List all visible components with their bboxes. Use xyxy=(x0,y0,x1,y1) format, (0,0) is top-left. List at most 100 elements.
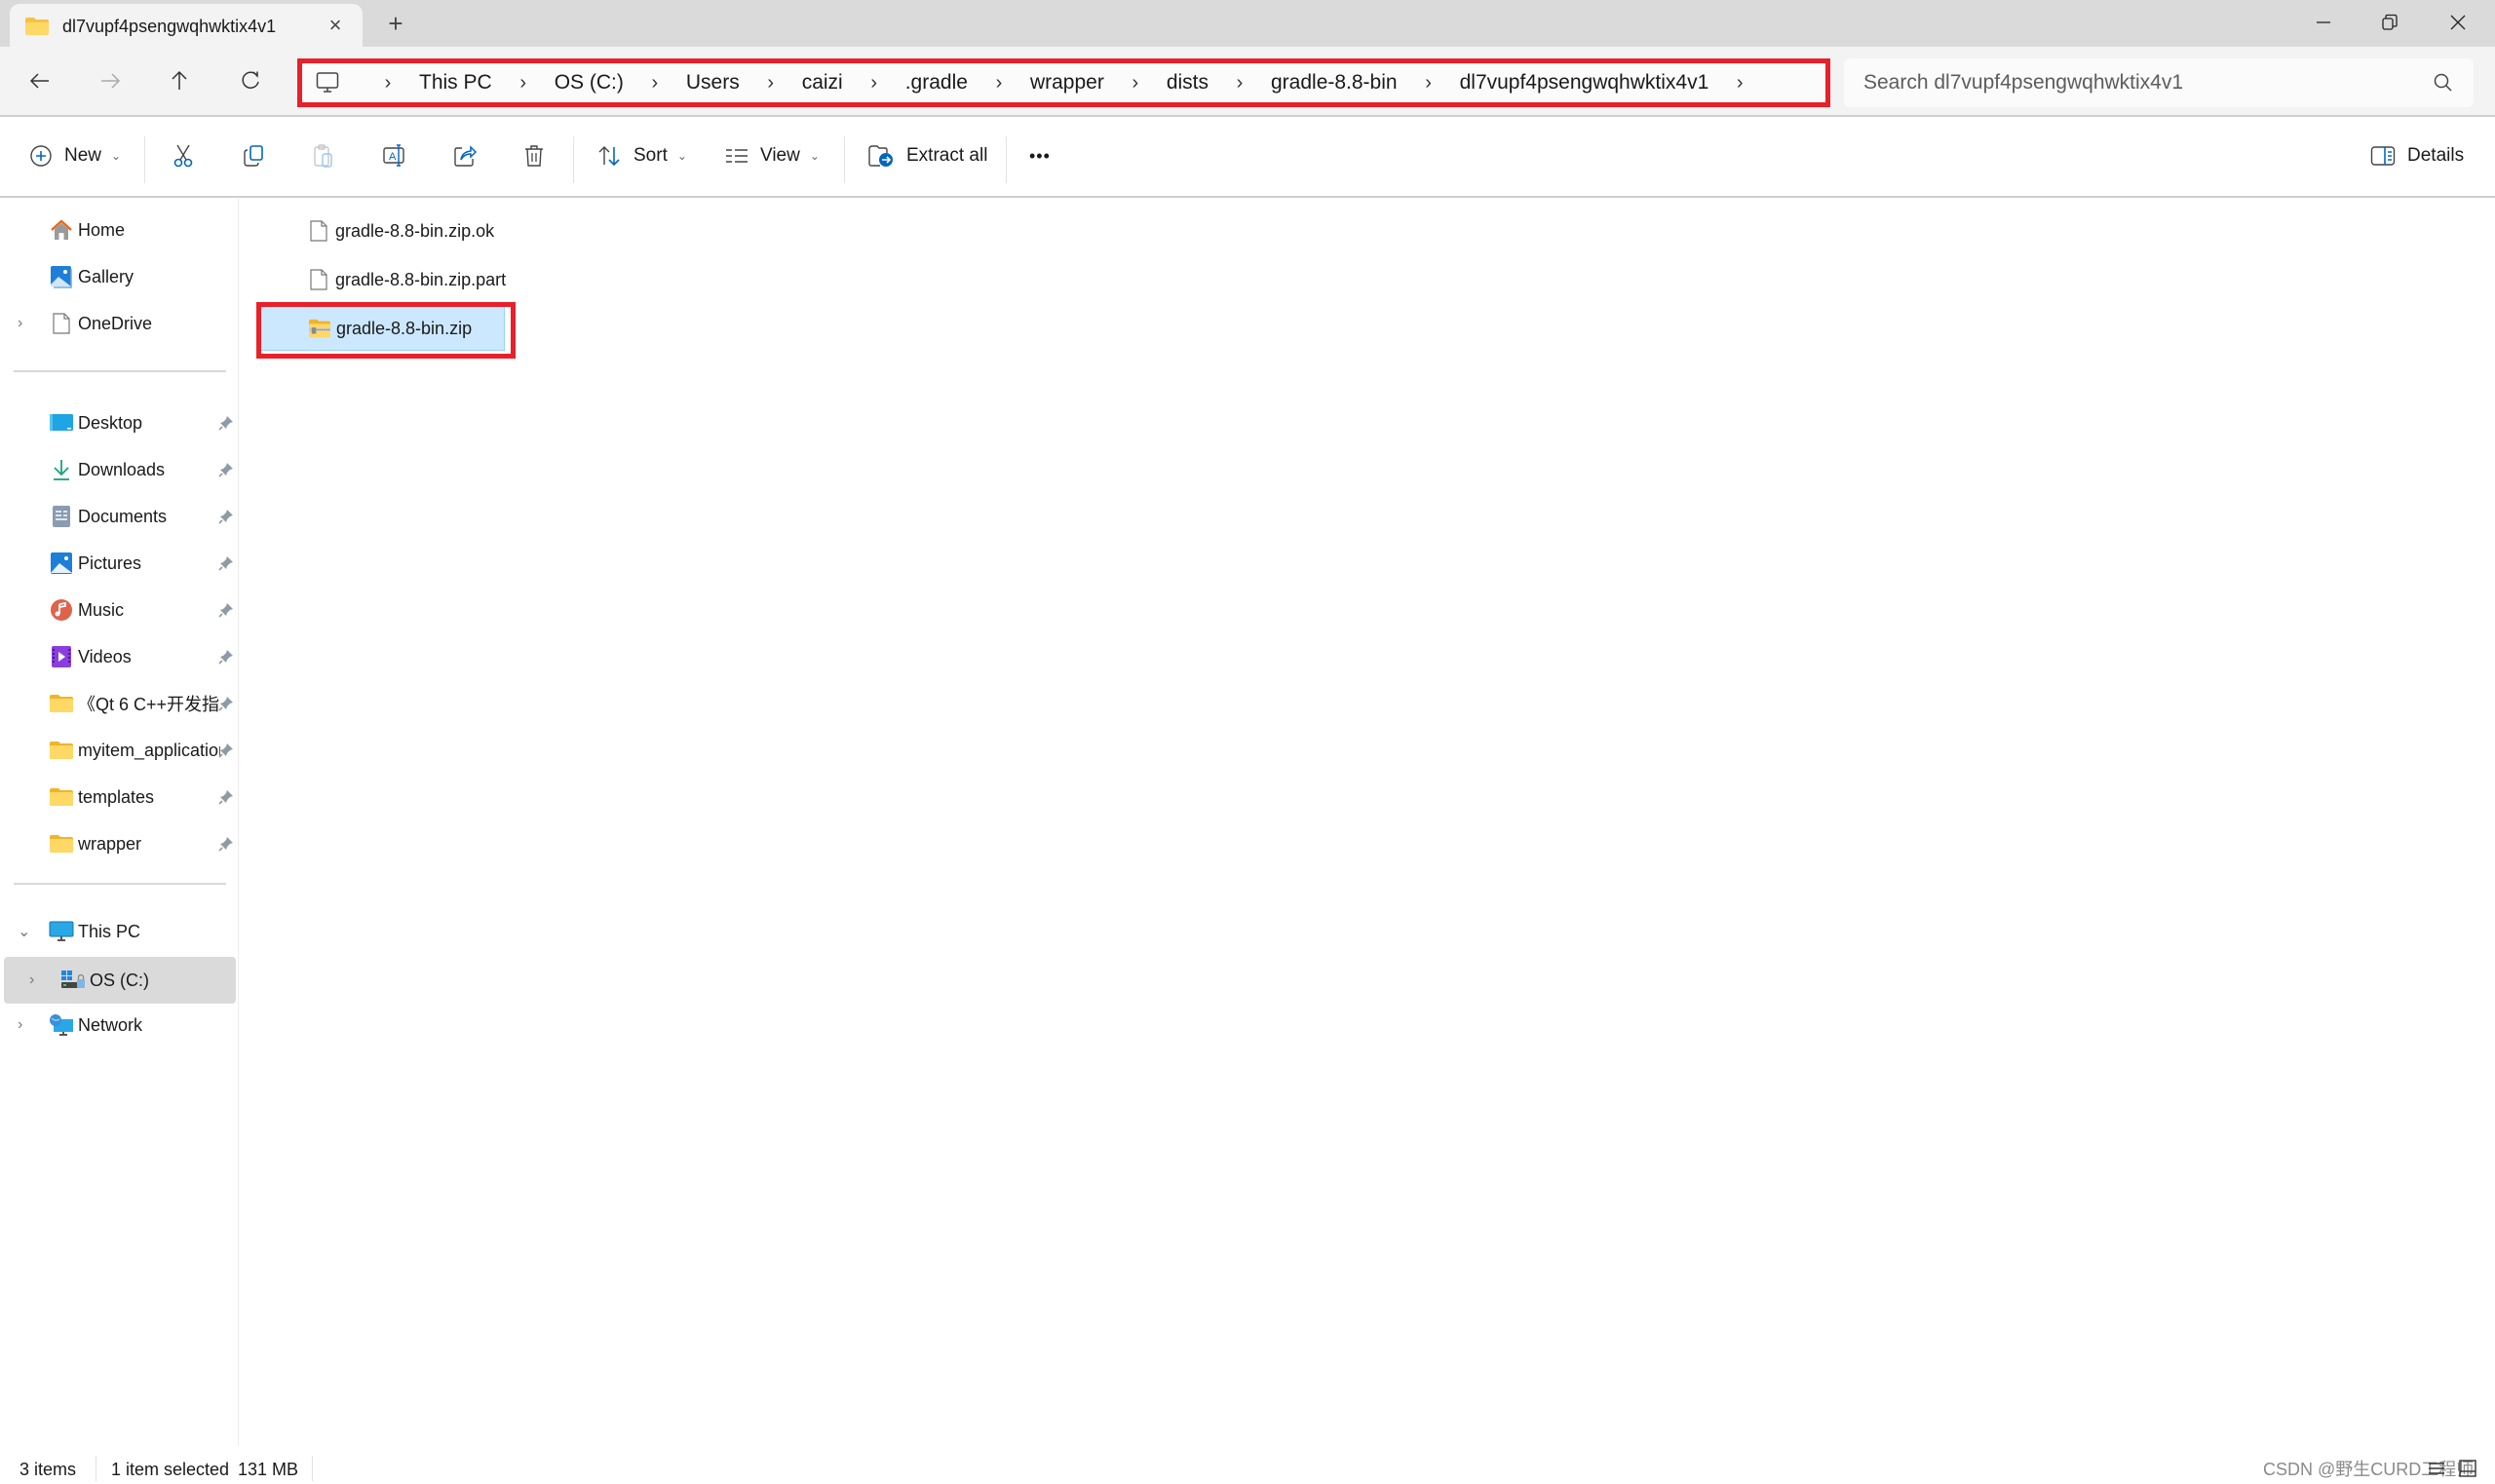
chevron-right-icon[interactable]: › xyxy=(18,315,31,332)
breadcrumb-separator-icon[interactable]: › xyxy=(1730,72,1749,95)
pin-icon[interactable] xyxy=(218,509,234,524)
sidebar-item-network[interactable]: › Network xyxy=(4,1004,236,1046)
file-item[interactable]: gradle-8.8-bin.zip.part xyxy=(257,257,506,302)
share-button[interactable] xyxy=(452,134,478,177)
breadcrumb[interactable]: › This PC › OS (C:) › Users › caizi › .gradle › wra… xyxy=(297,58,1830,107)
file-icon xyxy=(308,219,329,243)
sidebar-item-pinned[interactable]: Music xyxy=(4,589,236,631)
breadcrumb-separator-icon[interactable]: › xyxy=(514,72,533,95)
breadcrumb-item[interactable]: dists xyxy=(1167,71,1209,95)
new-tab-button[interactable]: + xyxy=(383,10,408,37)
breadcrumb-separator-icon[interactable]: › xyxy=(378,72,398,95)
sidebar-item-home[interactable]: Home xyxy=(4,209,236,251)
breadcrumb-separator-icon[interactable]: › xyxy=(645,72,665,95)
sidebar-item-pinned[interactable]: wrapper xyxy=(4,822,236,865)
sidebar-item-this-pc[interactable]: ⌄ This PC xyxy=(4,910,236,953)
sidebar-item-gallery[interactable]: Gallery xyxy=(4,255,236,298)
sort-icon xyxy=(598,146,620,167)
close-window-button[interactable] xyxy=(2438,6,2477,39)
breadcrumb-separator-icon[interactable]: › xyxy=(989,72,1009,95)
pin-icon[interactable] xyxy=(218,649,234,665)
pin-icon[interactable] xyxy=(218,602,234,618)
sidebar-item-pinned[interactable]: Desktop xyxy=(4,401,236,444)
breadcrumb-item[interactable]: caizi xyxy=(802,71,843,95)
breadcrumb-separator-icon[interactable]: › xyxy=(761,72,781,95)
rename-button[interactable]: A xyxy=(382,134,407,177)
breadcrumb-separator-icon[interactable]: › xyxy=(864,72,884,95)
new-button[interactable]: New ⌄ xyxy=(29,134,121,177)
home-icon xyxy=(49,218,74,242)
pin-icon[interactable] xyxy=(218,836,234,852)
up-button[interactable] xyxy=(159,60,200,101)
pin-icon[interactable] xyxy=(218,789,234,805)
search-icon[interactable] xyxy=(2433,72,2454,94)
videos-icon xyxy=(49,645,74,668)
breadcrumb-item[interactable]: Users xyxy=(686,71,740,95)
file-item[interactable]: gradle-8.8-bin.zip.ok xyxy=(257,209,505,253)
breadcrumb-item[interactable]: dl7vupf4psengwqhwktix4v1 xyxy=(1460,71,1709,95)
pin-icon[interactable] xyxy=(218,555,234,571)
breadcrumb-item[interactable]: wrapper xyxy=(1030,71,1104,95)
breadcrumb-item[interactable]: This PC xyxy=(419,71,492,95)
sidebar-item-label: wrapper xyxy=(78,833,142,854)
toolbar-divider xyxy=(573,136,574,183)
tab-close-icon[interactable]: × xyxy=(324,14,347,37)
file-icon xyxy=(308,268,329,291)
sidebar-item-label: Desktop xyxy=(78,412,143,433)
folder-icon xyxy=(25,18,49,35)
chevron-right-icon[interactable]: › xyxy=(18,1016,31,1034)
more-options-button[interactable]: ••• xyxy=(1029,134,1051,177)
sidebar-item-pinned[interactable]: Documents xyxy=(4,495,236,538)
tiles-view-icon[interactable] xyxy=(2458,1459,2477,1478)
restore-button[interactable] xyxy=(2370,6,2409,39)
paste-button[interactable] xyxy=(312,134,335,177)
tab-current-folder[interactable]: dl7vupf4psengwqhwktix4v1 × xyxy=(10,4,363,49)
sidebar-item-pinned[interactable]: 《Qt 6 C++开发指南》 xyxy=(4,682,236,725)
extract-all-button[interactable]: Extract all xyxy=(867,134,987,177)
sidebar-item-onedrive[interactable]: › OneDrive xyxy=(4,302,236,345)
copy-icon xyxy=(244,145,263,167)
network-icon xyxy=(49,1013,74,1037)
sidebar-item-pinned[interactable]: Pictures xyxy=(4,542,236,585)
search-input[interactable] xyxy=(1863,58,2409,107)
chevron-down-icon: ⌄ xyxy=(809,149,820,163)
sidebar-item-label: OneDrive xyxy=(78,313,153,333)
breadcrumb-separator-icon[interactable]: › xyxy=(1126,72,1145,95)
paste-icon xyxy=(314,144,332,168)
new-label: New xyxy=(64,145,102,166)
sidebar-item-pinned[interactable]: Downloads xyxy=(4,448,236,491)
pin-icon[interactable] xyxy=(218,415,234,431)
sidebar-item-pinned[interactable]: myitem_application xyxy=(4,729,236,772)
onedrive-icon xyxy=(49,312,74,335)
sort-button[interactable]: Sort ⌄ xyxy=(596,134,687,177)
breadcrumb-item[interactable]: OS (C:) xyxy=(555,71,624,95)
breadcrumb-item[interactable]: gradle-8.8-bin xyxy=(1271,71,1398,95)
sidebar-item-pinned[interactable]: Videos xyxy=(4,635,236,678)
minimize-button[interactable] xyxy=(2304,6,2343,39)
view-button[interactable]: View ⌄ xyxy=(725,134,820,177)
details-button[interactable]: Details xyxy=(2370,134,2464,177)
details-view-icon[interactable] xyxy=(2427,1459,2446,1478)
pin-icon[interactable] xyxy=(218,462,234,477)
search-box[interactable] xyxy=(1844,58,2474,107)
cut-button[interactable] xyxy=(172,134,195,177)
sidebar-item-os-c[interactable]: › OS (C:) xyxy=(4,957,236,1004)
this-pc-crumb-icon[interactable] xyxy=(316,70,343,95)
sidebar-item-pinned[interactable]: templates xyxy=(4,776,236,818)
back-button[interactable] xyxy=(19,60,60,101)
chevron-right-icon[interactable]: › xyxy=(29,971,43,989)
copy-button[interactable] xyxy=(242,134,265,177)
sidebar-item-label: This PC xyxy=(78,921,141,941)
monitor-icon xyxy=(316,72,339,93)
refresh-button[interactable] xyxy=(230,60,271,101)
delete-button[interactable] xyxy=(522,134,546,177)
pin-icon[interactable] xyxy=(218,696,234,711)
pin-icon[interactable] xyxy=(218,742,234,758)
chevron-down-icon[interactable]: ⌄ xyxy=(18,922,31,941)
chevron-down-icon: ⌄ xyxy=(676,149,687,163)
this-pc-icon xyxy=(49,920,74,943)
forward-button[interactable] xyxy=(90,60,131,101)
breadcrumb-separator-icon[interactable]: › xyxy=(1419,72,1439,95)
breadcrumb-separator-icon[interactable]: › xyxy=(1230,72,1249,95)
breadcrumb-item[interactable]: .gradle xyxy=(905,71,968,95)
